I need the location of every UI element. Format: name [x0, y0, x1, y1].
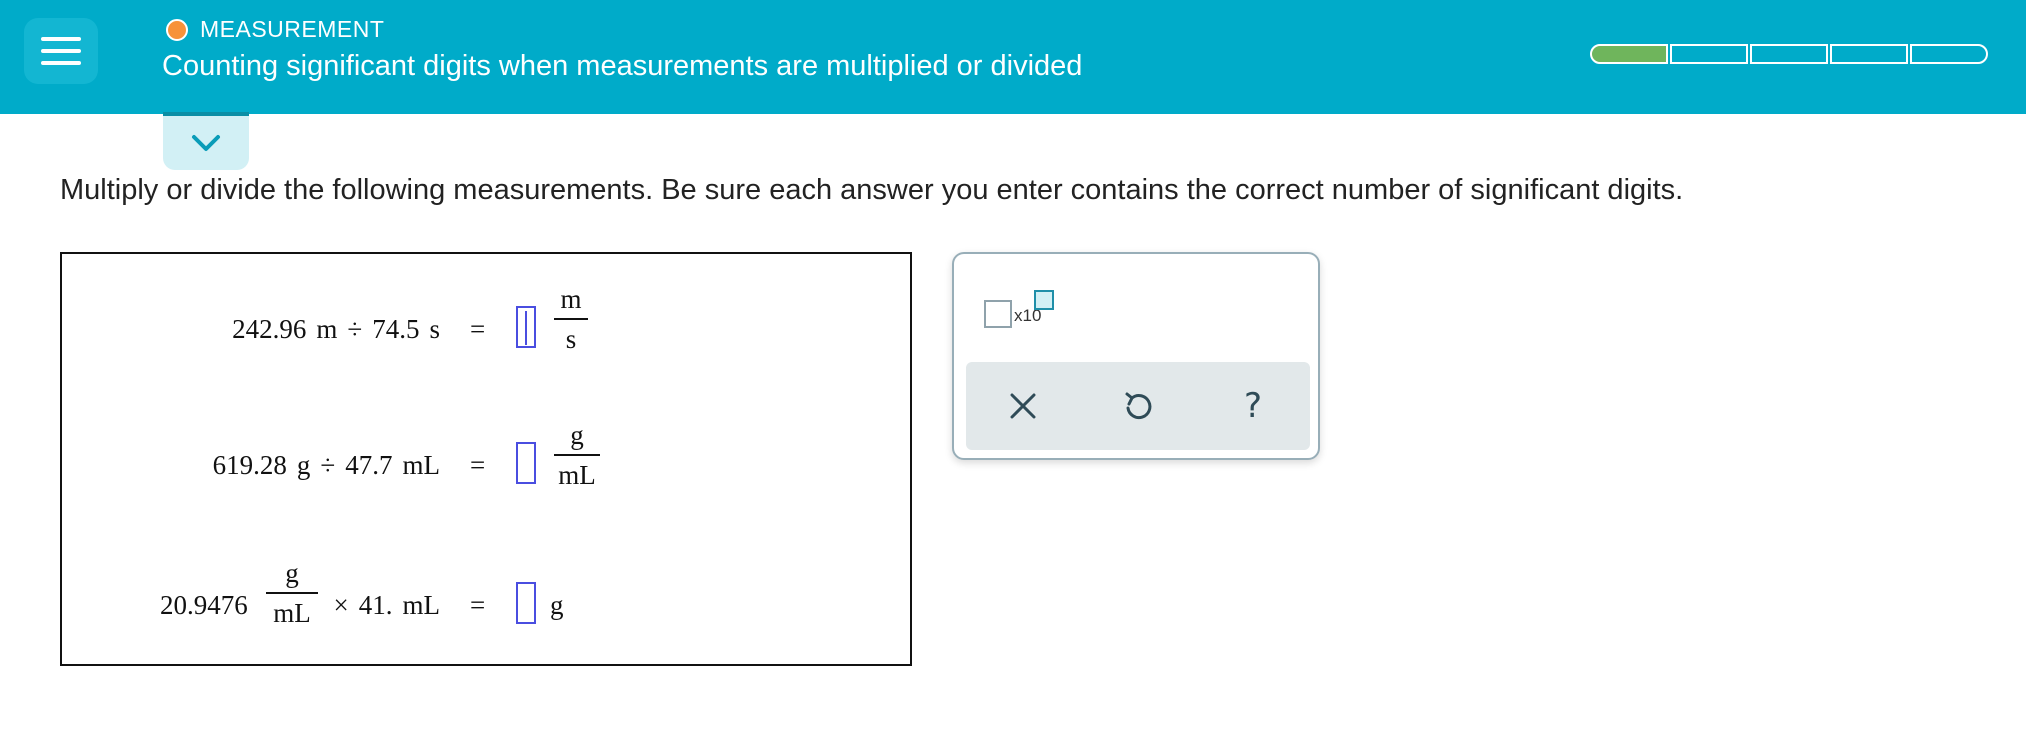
problem-2-expression: 619.28 g ÷ 47.7 mL [213, 450, 440, 481]
problem-3-value-a: 20.9476 [160, 590, 248, 620]
problem-3-unit-a-numerator: g [285, 558, 299, 588]
topic-label: MEASUREMENT [200, 16, 385, 42]
exponent-box-icon [1034, 290, 1054, 310]
problem-1-value-b: 74.5 [372, 314, 420, 344]
fraction-bar [554, 454, 600, 456]
fraction-bar [554, 318, 588, 320]
problem-2-unit-numerator: g [570, 420, 584, 450]
progress-segment [1750, 44, 1828, 64]
scientific-notation-button[interactable]: x10 [984, 290, 1056, 340]
progress-bar [1590, 44, 1988, 64]
close-icon [1010, 393, 1036, 419]
problem-1-unit-numerator: m [560, 284, 582, 314]
problem-1-operator: ÷ [347, 314, 363, 344]
problem-3-value-b: 41. [358, 590, 393, 620]
fraction-bar [266, 592, 318, 594]
problem-1-expression: 242.96 m ÷ 74.5 s [232, 314, 440, 345]
problem-3-unit-a-denominator: mL [273, 598, 311, 628]
undo-icon [1125, 392, 1152, 420]
problem-area: 242.96 m ÷ 74.5 s = m s 619.28 g ÷ 47.7 … [60, 252, 912, 666]
collapse-toggle[interactable] [163, 112, 249, 170]
problem-1-equals: = [470, 314, 486, 344]
problem-2-value-b: 47.7 [345, 450, 393, 480]
instructions: Multiply or divide the following measure… [60, 174, 1684, 206]
problem-3-unit-a: g mL [266, 556, 318, 630]
topic-dot-icon [166, 18, 188, 41]
problem-1-unit-a: m [316, 314, 338, 344]
problem-2-operator: ÷ [320, 450, 336, 480]
base-box-icon [984, 300, 1012, 328]
menu-icon-line [41, 61, 81, 65]
clear-button[interactable] [993, 376, 1053, 436]
undo-button[interactable] [1108, 376, 1168, 436]
problem-1-unit-denominator: s [565, 324, 577, 354]
problem-3-expression: × 41. mL [334, 590, 440, 621]
problem-2-unit-b: mL [402, 450, 441, 480]
progress-segment [1590, 44, 1668, 64]
help-icon: ? [1244, 388, 1262, 424]
help-glyph: ? [1244, 388, 1262, 424]
progress-segment [1670, 44, 1748, 64]
problem-2-answer-unit: g mL [554, 418, 600, 492]
menu-button[interactable] [24, 18, 98, 84]
problem-3-equals: = [470, 590, 486, 620]
problem-3-operator: × [333, 590, 349, 620]
problem-row-3: 20.9476 g mL × 41. mL = g [62, 556, 910, 666]
problem-row-1: 242.96 m ÷ 74.5 s = m s [62, 282, 910, 402]
problem-row-2: 619.28 g ÷ 47.7 mL = g mL [62, 418, 910, 538]
problem-3-answer-unit: g [550, 590, 564, 620]
text-caret [525, 311, 527, 345]
problem-1-answer-input[interactable] [516, 306, 536, 348]
problem-1-answer-unit: m s [554, 282, 588, 356]
problem-2-equals: = [470, 450, 486, 480]
menu-icon-line [41, 37, 81, 41]
problem-1-unit-b: s [429, 314, 440, 344]
menu-icon-line [41, 49, 81, 53]
problem-3-unit-b: mL [402, 590, 441, 620]
math-tool-panel: x10 ? [952, 252, 1320, 460]
progress-segment [1910, 44, 1988, 64]
problem-2-unit-a: g [296, 450, 311, 480]
problem-1-value-a: 242.96 [232, 314, 307, 344]
problem-3-answer-input[interactable] [516, 582, 536, 624]
chevron-down-icon [192, 135, 220, 151]
tool-bar: ? [966, 362, 1310, 450]
topic-row: MEASUREMENT [166, 16, 384, 43]
page-title: Counting significant digits when measure… [162, 50, 1083, 82]
problem-2-answer-input[interactable] [516, 442, 536, 484]
header-bar: MEASUREMENT Counting significant digits … [0, 0, 2026, 114]
help-button[interactable]: ? [1223, 376, 1283, 436]
problem-2-unit-denominator: mL [558, 460, 596, 490]
progress-segment [1830, 44, 1908, 64]
problem-2-value-a: 619.28 [212, 450, 287, 480]
